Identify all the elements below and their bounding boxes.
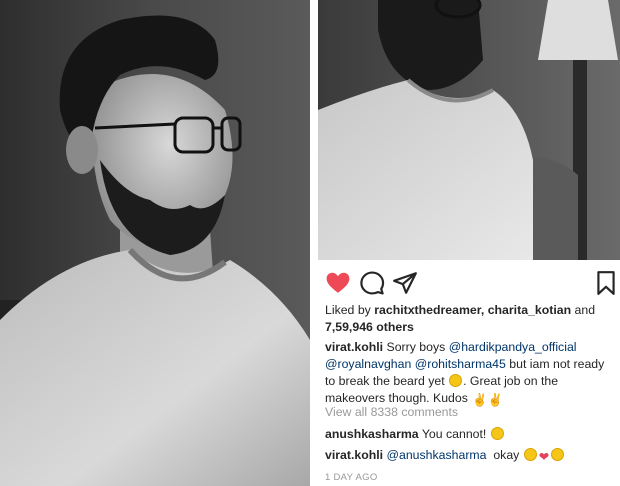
hugging-emoji-icon bbox=[490, 427, 504, 440]
likes-and: and bbox=[574, 303, 596, 317]
likes-prefix: Liked by bbox=[325, 303, 371, 317]
sunglasses-emoji-icon bbox=[449, 374, 463, 387]
comment-row: anushkasharma You cannot! bbox=[325, 426, 615, 443]
post-photo[interactable] bbox=[318, 0, 620, 260]
bookmark-icon[interactable] bbox=[593, 270, 619, 296]
comment-mention[interactable]: @anushkasharma bbox=[387, 448, 487, 462]
post-timestamp: 1 DAY AGO bbox=[325, 472, 378, 483]
liked-by-separator: , bbox=[480, 303, 485, 317]
liked-by-user-1[interactable]: rachitxthedreamer bbox=[374, 303, 481, 317]
liked-by-user-2[interactable]: charita_kotian bbox=[488, 303, 571, 317]
likes-summary: Liked by rachitxthedreamer, charita_koti… bbox=[325, 302, 615, 336]
caption-text-1: Sorry boys bbox=[386, 340, 446, 354]
post-caption: virat.kohli Sorry boys @hardikpandya_off… bbox=[325, 339, 615, 409]
mention-royalnavghan[interactable]: @royalnavghan bbox=[325, 357, 411, 371]
paper-plane-icon[interactable] bbox=[392, 270, 418, 296]
comment-text: okay bbox=[493, 448, 520, 462]
view-all-comments-link[interactable]: View all 8338 comments bbox=[325, 404, 615, 421]
instagram-post-panel: Liked by rachitxthedreamer, charita_koti… bbox=[318, 260, 620, 486]
heart-filled-icon[interactable] bbox=[325, 270, 351, 296]
blush-emoji-icon bbox=[551, 448, 565, 461]
post-action-bar bbox=[318, 270, 620, 298]
comment-username[interactable]: virat.kohli bbox=[325, 448, 383, 462]
likes-count[interactable]: 7,59,946 others bbox=[325, 320, 414, 334]
photo-divider bbox=[310, 0, 318, 486]
left-portrait-photo bbox=[0, 0, 310, 486]
comment-username[interactable]: anushkasharma bbox=[325, 427, 419, 441]
comment-row: virat.kohli @anushkasharma okay ❤ bbox=[325, 447, 615, 466]
mention-hardikpandya[interactable]: @hardikpandya_official bbox=[449, 340, 577, 354]
mention-rohitsharma[interactable]: @rohitsharma45 bbox=[415, 357, 506, 371]
comment-bubble-icon[interactable] bbox=[359, 270, 385, 296]
caption-username[interactable]: virat.kohli bbox=[325, 340, 383, 354]
comment-text: You cannot! bbox=[421, 427, 487, 441]
heart-emoji-icon: ❤ bbox=[538, 450, 550, 464]
sunglasses-emoji-icon bbox=[523, 448, 537, 461]
